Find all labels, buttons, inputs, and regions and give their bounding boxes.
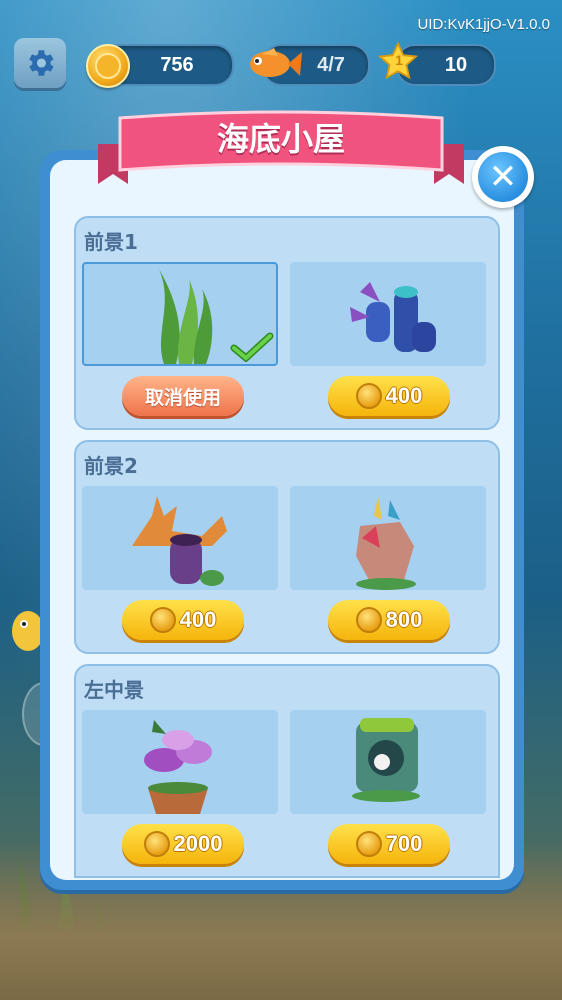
coin-icon (143, 831, 170, 857)
gear-icon (29, 50, 54, 76)
dialog-title: 海底小屋 (216, 120, 345, 158)
buy-mushroom-button[interactable]: 2000 (122, 824, 244, 864)
price-label: 400 (385, 383, 423, 408)
goldfish-icon (250, 48, 302, 77)
buy-rock-coral-button[interactable]: 800 (328, 600, 450, 640)
section-title: 左中景 (84, 678, 144, 702)
section-title: 前景1 (84, 230, 138, 254)
item-orange-coral-slot[interactable] (82, 486, 278, 590)
checkmark-icon (230, 332, 274, 362)
price-label: 400 (179, 607, 217, 632)
buy-tube-coral-button[interactable]: 400 (328, 376, 450, 416)
cancel-use-label: 取消使用 (144, 386, 221, 409)
item-rock-coral-slot[interactable] (290, 486, 486, 590)
item-tube-coral-slot[interactable] (290, 262, 486, 366)
cancel-use-button[interactable]: 取消使用 (122, 376, 244, 416)
orange-coral-item-icon (132, 496, 227, 586)
coin-icon (355, 831, 382, 857)
item-mushroom-slot[interactable] (82, 710, 278, 814)
price-label: 700 (385, 831, 423, 856)
star-level: 1 (395, 52, 403, 68)
close-button[interactable]: ✕ (472, 146, 534, 208)
coin-icon (355, 383, 382, 409)
mushroom-pot-item-icon (144, 720, 212, 814)
tube-coral-item-icon (350, 282, 436, 352)
section-foreground-1: 前景1 取消使用 400 (74, 216, 500, 430)
coin-icon (149, 607, 176, 633)
fish-count: 4/7 (317, 53, 345, 76)
star-count: 10 (444, 53, 468, 76)
item-seaweed-slot[interactable] (82, 262, 278, 366)
stone-cube-item-icon (352, 718, 420, 802)
coin-count: 756 (160, 53, 194, 76)
buy-stone-cube-button[interactable]: 700 (328, 824, 450, 864)
coin-icon (355, 607, 382, 633)
buy-orange-coral-button[interactable]: 400 (122, 600, 244, 640)
section-foreground-2: 前景2 400 800 (74, 440, 500, 654)
coin-icon (86, 44, 130, 88)
close-icon: ✕ (478, 152, 528, 202)
settings-button[interactable] (14, 38, 66, 88)
price-label: 800 (385, 607, 423, 632)
price-label: 2000 (173, 831, 223, 856)
uid-label: UID:KvK1jjO-V1.0.0 (417, 16, 550, 33)
item-stone-cube-slot[interactable] (290, 710, 486, 814)
section-title: 前景2 (84, 454, 138, 478)
section-left-midground: 左中景 2000 700 (74, 664, 500, 878)
rock-coral-item-icon (356, 496, 416, 590)
